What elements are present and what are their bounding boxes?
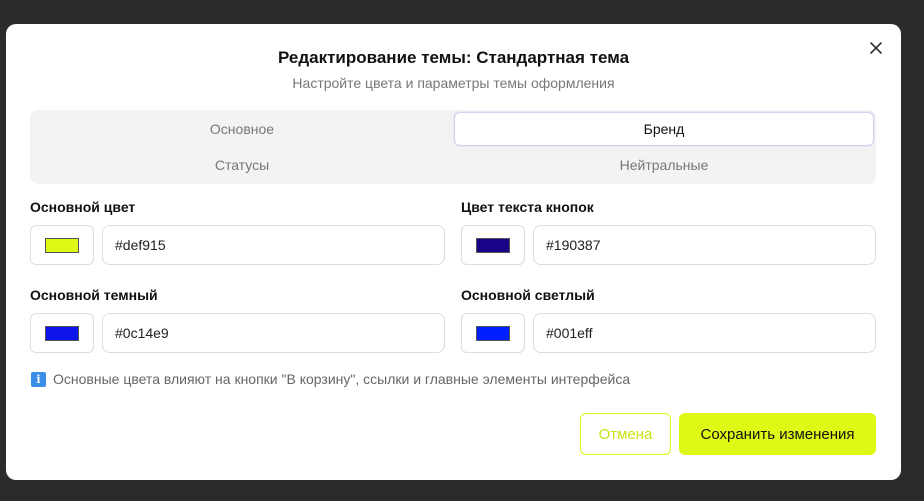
tab-brand[interactable]: Бренд (454, 112, 874, 146)
tab-general[interactable]: Основное (32, 112, 452, 146)
dialog-title: Редактирование темы: Стандартная тема (277, 48, 630, 67)
primary-dark-color-label: Основной темный (30, 287, 158, 303)
button-text-color-label: Цвет текста кнопок (461, 199, 594, 215)
cancel-button[interactable]: Отмена (580, 413, 671, 455)
theme-edit-dialog: Редактирование темы: Стандартная тема На… (6, 24, 901, 480)
primary-color-label: Основной цвет (30, 199, 136, 215)
primary-light-color-input[interactable] (533, 313, 876, 353)
info-text: Основные цвета влияют на кнопки "В корзи… (53, 371, 631, 387)
primary-light-color-swatch (476, 325, 510, 341)
info-note: i Основные цвета влияют на кнопки "В кор… (31, 371, 630, 387)
button-text-color-swatch (476, 237, 510, 253)
primary-dark-color-swatch (45, 325, 79, 341)
primary-light-color-picker[interactable] (461, 313, 525, 353)
dialog-subtitle: Настройте цвета и параметры темы оформле… (292, 75, 615, 91)
primary-dark-color-picker[interactable] (30, 313, 94, 353)
tab-neutral[interactable]: Нейтральные (454, 148, 874, 182)
primary-color-swatch (45, 237, 79, 253)
primary-color-input[interactable] (102, 225, 445, 265)
info-icon: i (31, 371, 46, 387)
primary-light-color-label: Основной светлый (461, 287, 595, 303)
button-text-color-input[interactable] (533, 225, 876, 265)
tab-list: Основное Бренд Статусы Нейтральные (30, 110, 876, 184)
button-text-color-picker[interactable] (461, 225, 525, 265)
primary-color-picker[interactable] (30, 225, 94, 265)
save-button[interactable]: Сохранить изменения (679, 413, 876, 455)
tab-statuses[interactable]: Статусы (32, 148, 452, 182)
primary-dark-color-input[interactable] (102, 313, 445, 353)
